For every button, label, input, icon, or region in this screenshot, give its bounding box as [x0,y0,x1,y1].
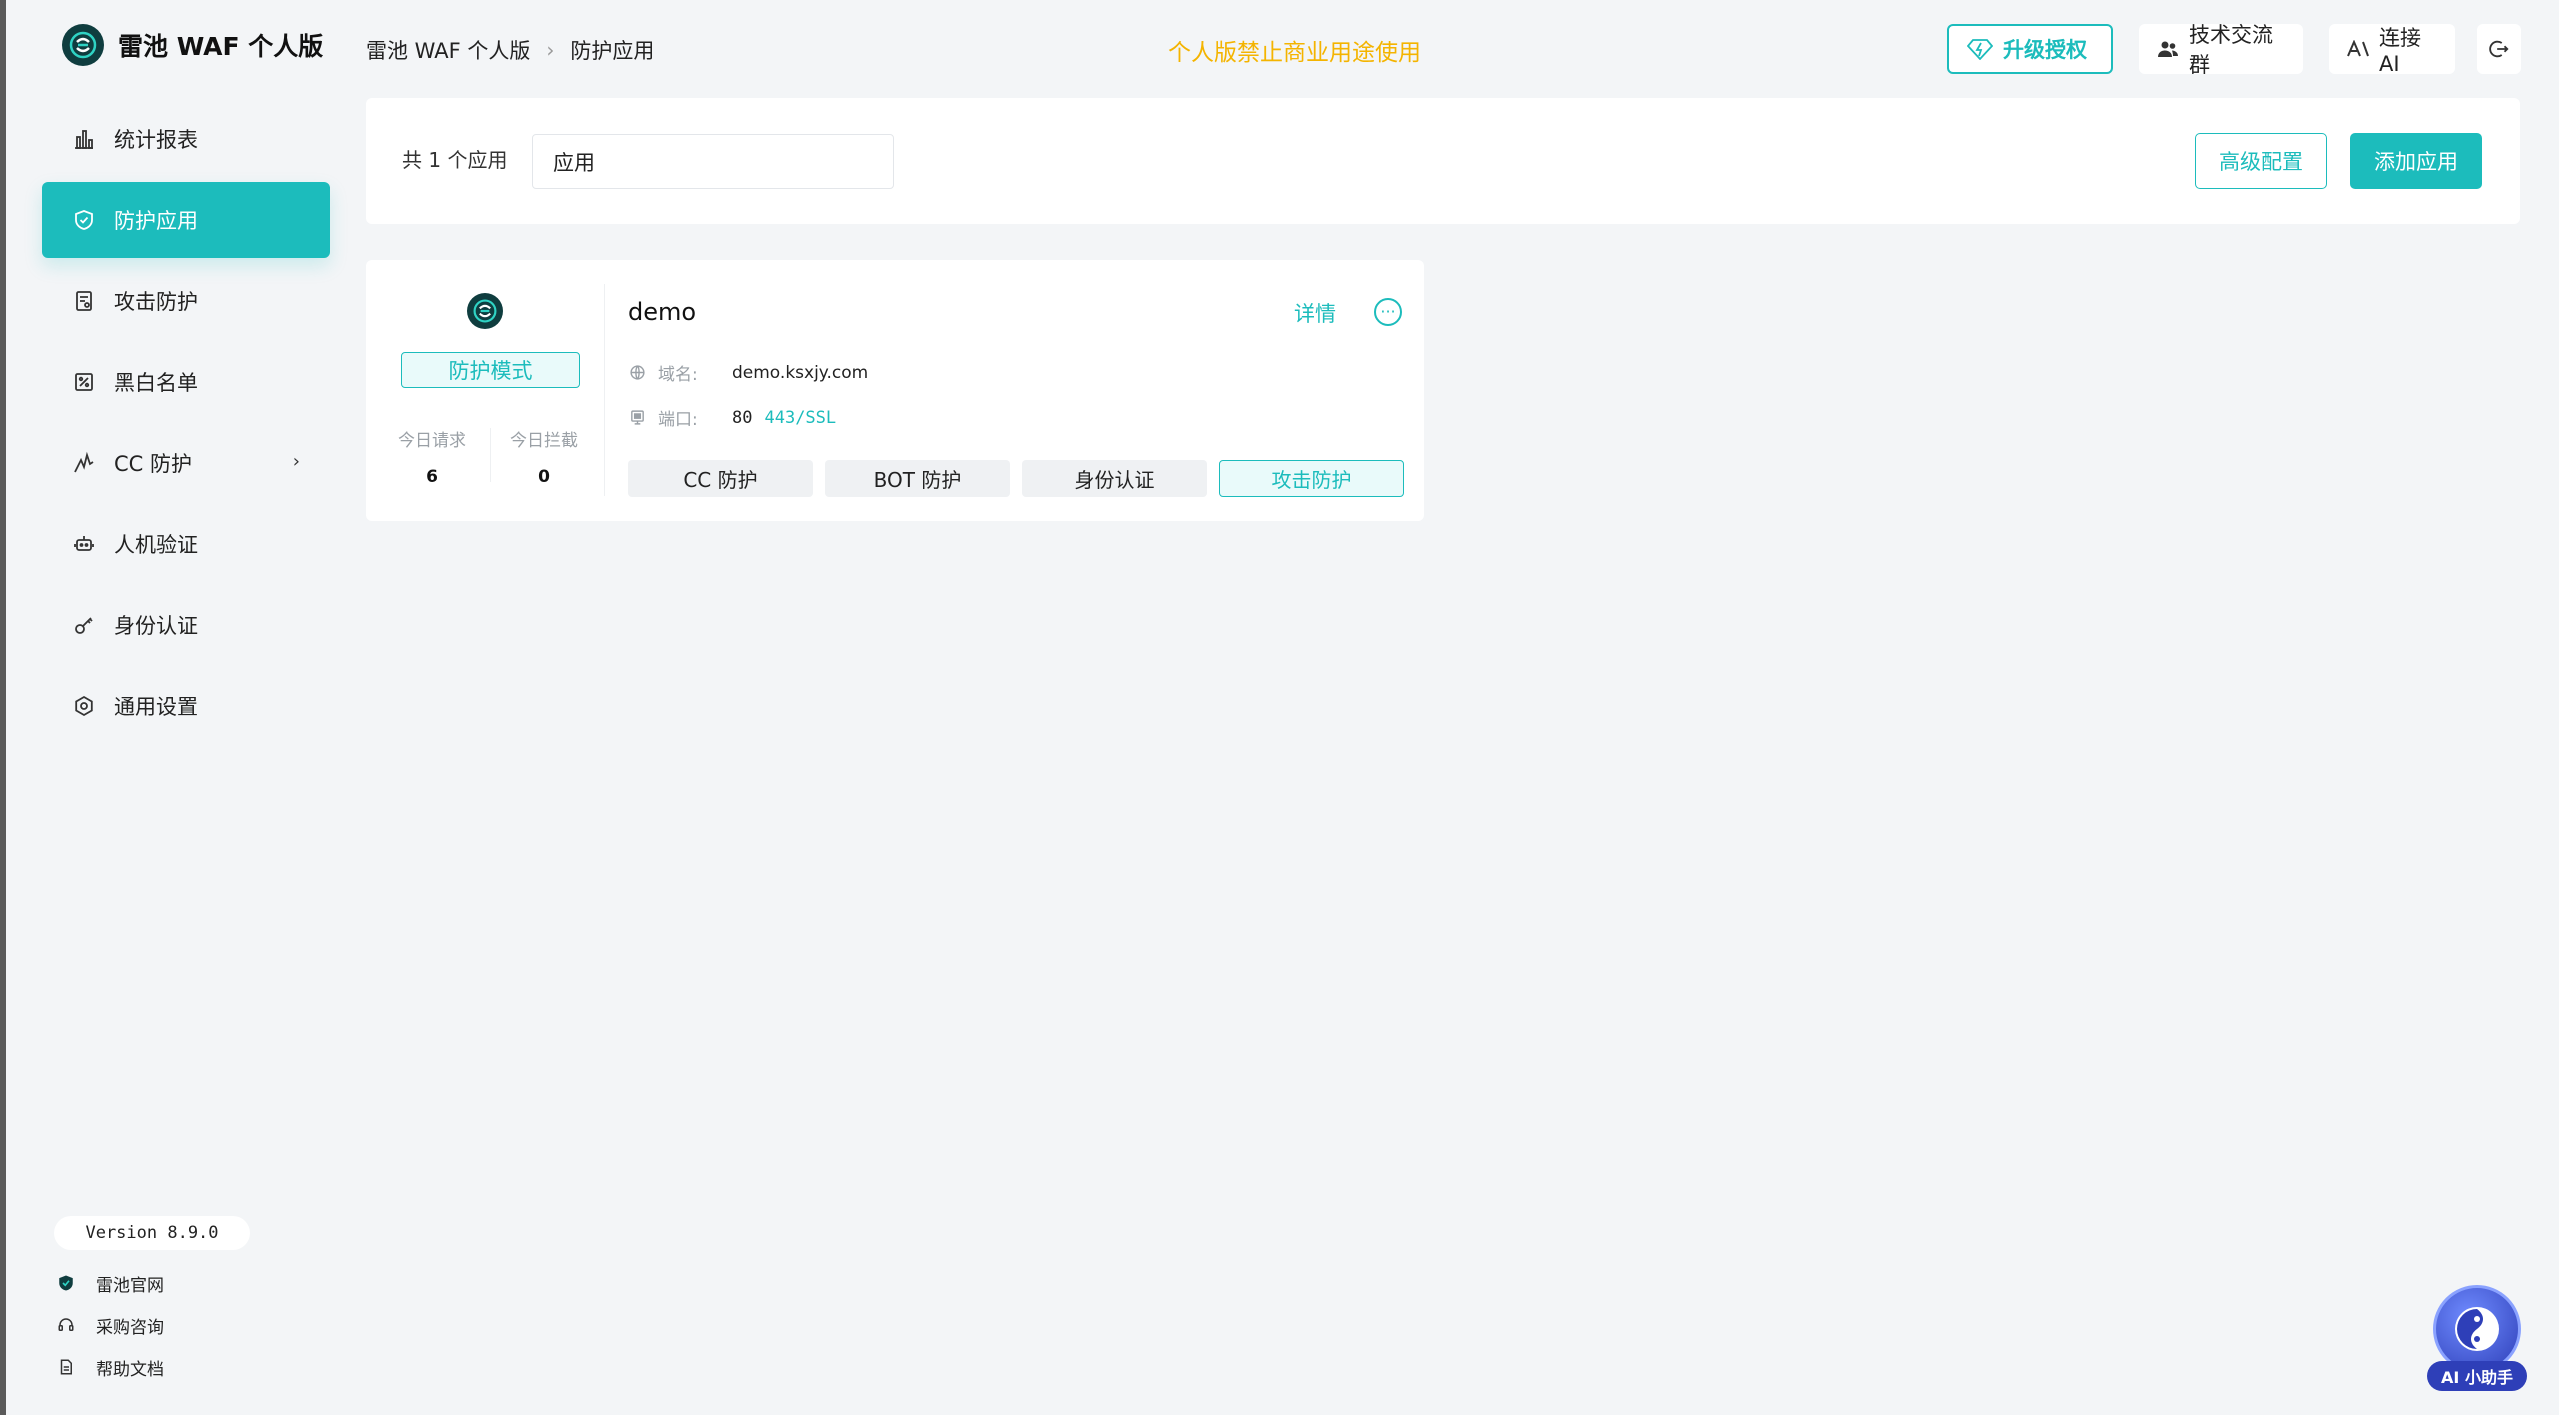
chip-cc-protection[interactable]: CC 防护 [628,460,813,497]
tech-group-button[interactable]: 技术交流群 [2139,24,2303,74]
sidebar-item-label: 人机验证 [114,529,198,559]
percent-icon [70,368,98,396]
app-card-summary: 防护模式 今日请求 6 今日拦截 0 [366,260,604,521]
sidebar-item-label: 防护应用 [114,205,198,235]
stat-label: 今日拦截 [494,426,594,451]
app-logo-icon [467,293,503,329]
domain-value: demo.ksxjy.com [732,363,868,383]
sidebar: 雷池 WAF 个人版 统计报表 防护应用 攻击防护 黑白名单 [6,0,346,1415]
commercial-use-notice: 个人版禁止商业用途使用 [1168,30,1421,70]
tech-group-label: 技术交流群 [2189,19,2285,79]
sidebar-item-blacklist[interactable]: 黑白名单 [42,344,330,420]
app-search-input[interactable] [532,134,894,189]
chevron-right-icon: › [546,38,554,62]
server-icon [628,409,646,427]
link-help-docs[interactable]: 帮助文档 [56,1346,164,1388]
sidebar-item-statistics[interactable]: 统计报表 [42,101,330,177]
more-options-icon[interactable]: ··· [1374,298,1402,326]
shield-icon [70,206,98,234]
app-detail-link[interactable]: 详情 [1294,298,1336,328]
link-purchase[interactable]: 采购咨询 [56,1304,164,1346]
gear-icon [70,692,98,720]
sidebar-item-label: CC 防护 [114,448,192,478]
app-card: 防护模式 今日请求 6 今日拦截 0 demo 详情 ··· 域名: demo.… [366,260,1424,521]
divider [490,428,491,482]
app-domain-row: 域名: demo.ksxjy.com [628,360,868,385]
sidebar-item-label: 通用设置 [114,691,198,721]
assistant-label: AI 小助手 [2427,1361,2527,1391]
link-label: 帮助文档 [96,1355,164,1380]
divider [604,284,605,496]
breadcrumb: 雷池 WAF 个人版 › 防护应用 [366,30,654,70]
protection-mode-badge[interactable]: 防护模式 [401,352,580,388]
link-label: 雷池官网 [96,1271,164,1296]
breadcrumb-current: 防护应用 [570,35,654,65]
chip-bot-protection[interactable]: BOT 防护 [825,460,1010,497]
protection-feature-chips: CC 防护 BOT 防护 身份认证 攻击防护 [628,460,1416,497]
globe-icon [628,364,646,382]
sidebar-item-captcha[interactable]: 人机验证 [42,506,330,582]
connect-ai-label: 连接 AI [2379,22,2437,76]
shield-icon [56,1273,76,1293]
app-count: 共 1 个应用 [402,144,507,173]
sidebar-item-label: 黑白名单 [114,367,198,397]
connect-ai-button[interactable]: 连接 AI [2329,24,2455,74]
sidebar-item-applications[interactable]: 防护应用 [42,182,330,258]
safeline-logo-icon [62,24,104,66]
sidebar-item-auth[interactable]: 身份认证 [42,587,330,663]
ai-icon [2347,40,2369,58]
sidebar-item-settings[interactable]: 通用设置 [42,668,330,744]
sidebar-item-label: 身份认证 [114,610,198,640]
brand[interactable]: 雷池 WAF 个人版 [62,22,323,68]
diamond-lightning-icon [1967,38,1993,60]
pulse-icon [70,449,98,477]
doc-icon [56,1357,76,1377]
sidebar-item-attack-protection[interactable]: 攻击防护 [42,263,330,339]
app-name: demo [628,298,696,326]
link-label: 采购咨询 [96,1313,164,1338]
today-blocked-stat: 今日拦截 0 [494,426,594,487]
key-icon [70,611,98,639]
bar-chart-icon [70,125,98,153]
port-label: 端口: [658,405,732,430]
stat-value: 0 [494,467,594,487]
port-http: 80 [732,408,752,428]
link-official-site[interactable]: 雷池官网 [56,1262,164,1304]
sidebar-item-cc-protection[interactable]: CC 防护 › [42,425,330,501]
sidebar-links: 雷池官网 采购咨询 帮助文档 [56,1262,164,1388]
headset-icon [56,1315,76,1335]
logout-button[interactable] [2477,24,2521,74]
logout-icon [2488,38,2510,60]
brand-title: 雷池 WAF 个人版 [118,27,323,63]
advanced-config-button[interactable]: 高级配置 [2195,133,2327,189]
chip-attack-protection[interactable]: 攻击防护 [1219,460,1404,497]
add-app-button[interactable]: 添加应用 [2350,133,2482,189]
domain-label: 域名: [658,360,732,385]
app-port-row: 端口: 80 443/SSL [628,405,836,430]
breadcrumb-root[interactable]: 雷池 WAF 个人版 [366,35,530,65]
app-toolbar: 共 1 个应用 高级配置 添加应用 [366,98,2520,224]
upgrade-license-button[interactable]: 升级授权 [1947,24,2113,74]
robot-icon [70,530,98,558]
port-https: 443/SSL [764,408,836,428]
version-badge: Version 8.9.0 [54,1216,250,1250]
sidebar-item-label: 攻击防护 [114,286,198,316]
chip-identity-auth[interactable]: 身份认证 [1022,460,1207,497]
sidebar-nav: 统计报表 防护应用 攻击防护 黑白名单 CC 防护 › [42,101,330,749]
ai-assistant-button[interactable]: AI 小助手 [2427,1285,2527,1397]
stat-label: 今日请求 [382,426,482,451]
stat-value: 6 [382,467,482,487]
sidebar-item-label: 统计报表 [114,124,198,154]
today-requests-stat: 今日请求 6 [382,426,482,487]
upgrade-label: 升级授权 [2003,34,2087,64]
chevron-right-icon: › [293,451,300,472]
users-icon [2157,39,2179,59]
assistant-avatar-icon [2433,1285,2521,1373]
document-icon [70,287,98,315]
